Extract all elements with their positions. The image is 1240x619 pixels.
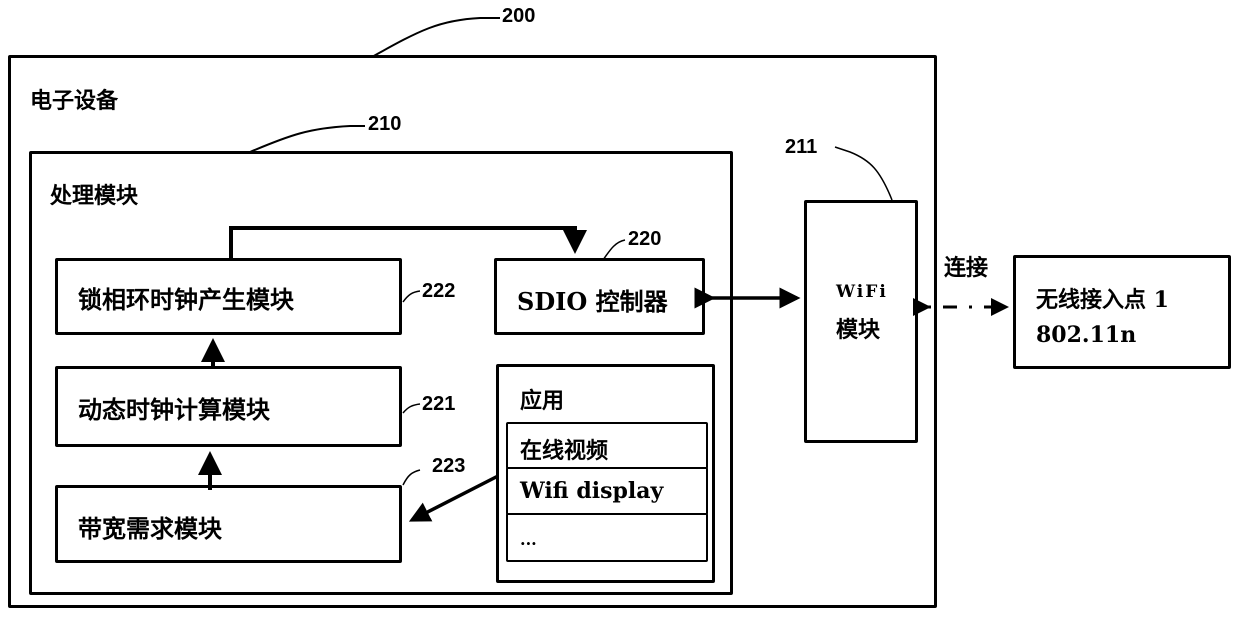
application-item-wifi-display-label: Wifi display bbox=[520, 478, 664, 504]
wifi-module-label-line2: 模块 bbox=[836, 318, 881, 343]
application-item-more-label: ... bbox=[520, 530, 537, 549]
ref-221: 221 bbox=[422, 393, 456, 415]
ref-200: 200 bbox=[502, 5, 536, 27]
access-point-label-line1: 无线接入点 1 bbox=[1036, 287, 1169, 313]
ref-220: 220 bbox=[628, 228, 662, 250]
wifi-module-label-line1: WiFi bbox=[836, 282, 888, 302]
ref-211: 211 bbox=[785, 136, 818, 158]
ref-223: 223 bbox=[432, 455, 466, 477]
processing-module-label: 处理模块 bbox=[50, 184, 139, 209]
ref-222: 222 bbox=[422, 280, 456, 302]
electronic-device-label: 电子设备 bbox=[30, 89, 119, 114]
access-point-label-line2: 802.11n bbox=[1036, 322, 1137, 348]
ref-210: 210 bbox=[368, 113, 402, 135]
leader-200 bbox=[371, 17, 500, 58]
applications-label: 应用 bbox=[520, 388, 565, 414]
bandwidth-module-label: 带宽需求模块 bbox=[78, 515, 222, 543]
connection-label: 连接 bbox=[944, 256, 989, 281]
pll-clock-module-label: 锁相环时钟产生模块 bbox=[78, 286, 294, 314]
sdio-controller-label: SDIO 控制器 bbox=[517, 287, 668, 316]
dynamic-clock-module-label: 动态时钟计算模块 bbox=[78, 396, 270, 424]
application-item-online-video-label: 在线视频 bbox=[520, 438, 609, 464]
